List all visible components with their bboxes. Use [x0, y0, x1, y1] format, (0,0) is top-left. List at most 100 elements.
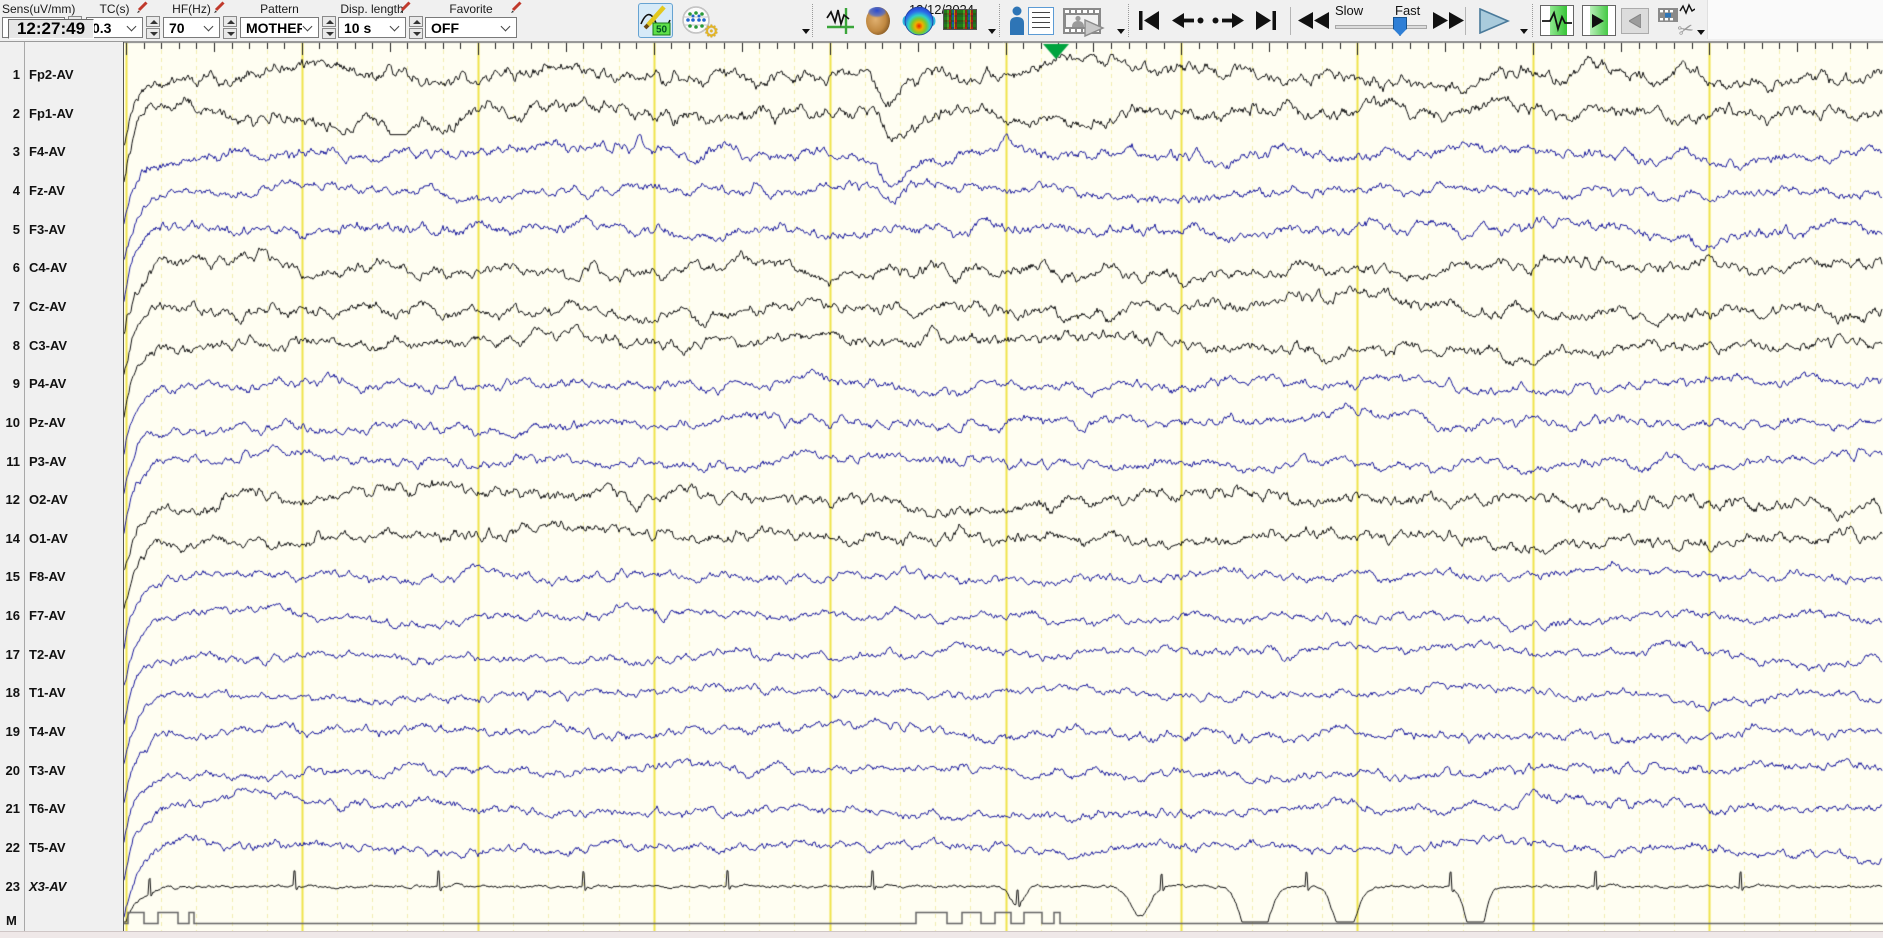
spectrogram-button[interactable] [943, 9, 977, 30]
spin-up-button[interactable] [322, 16, 336, 27]
channel-row-f7-av[interactable]: 16 F7-AV [0, 607, 124, 625]
channel-row-p3-av[interactable]: 11 P3-AV [0, 453, 124, 471]
channel-row-t1-av[interactable]: 18 T1-AV [0, 684, 124, 702]
spin-down-button[interactable] [322, 28, 336, 39]
rewind-icon [1298, 12, 1329, 29]
step-forward-button[interactable] [1212, 13, 1244, 28]
channel-name: F7-AV [29, 608, 66, 624]
skip-to-end-button[interactable] [1255, 11, 1277, 30]
channel-row-c3-av[interactable]: 8 C3-AV [0, 337, 124, 355]
gear-icon: ⚙ [703, 22, 719, 41]
speed-slider-track[interactable] [1335, 25, 1427, 29]
triangle-down-icon [326, 32, 334, 36]
param-combobox[interactable]: 0.3 [86, 17, 143, 38]
spin-down-button[interactable] [146, 28, 160, 39]
person-icon [1009, 6, 1024, 35]
channel-number: 4 [12, 182, 20, 198]
step-back-disabled-button[interactable] [1621, 8, 1649, 34]
channel-number: 7 [12, 298, 20, 314]
channel-row-t4-av[interactable]: 19 T4-AV [0, 723, 124, 741]
toolbar-empty-panel [1707, 0, 1883, 39]
channel-row-o1-av[interactable]: 14 O1-AV [0, 530, 124, 548]
channel-number: 6 [12, 260, 20, 276]
triangle-down-icon [413, 32, 421, 36]
channel-row-f8-av[interactable]: 15 F8-AV [0, 568, 124, 586]
dot-arrow-right-icon [1212, 13, 1244, 28]
channel-name: Fp2-AV [29, 67, 74, 82]
spin-up-button[interactable] [409, 16, 423, 27]
event-marker-button[interactable] [824, 5, 856, 37]
channel-row-f4-av[interactable]: 3 F4-AV [0, 143, 124, 161]
param-value: OFF [431, 19, 459, 36]
spin-down-button[interactable] [223, 28, 237, 39]
channel-row-fp2-av[interactable]: 1 Fp2-AV [0, 66, 124, 84]
channel-number: 19 [5, 724, 20, 740]
channel-row-pz-av[interactable]: 10 Pz-AV [0, 414, 124, 432]
analysis-more-arrow[interactable] [988, 29, 996, 34]
channel-row-t5-av[interactable]: 22 T5-AV [0, 839, 124, 857]
triangle-up-icon [326, 20, 334, 24]
channel-row-fp1-av[interactable]: 2 Fp1-AV [0, 105, 124, 123]
fast-label: Fast [1395, 3, 1421, 18]
channel-row-fz-av[interactable]: 4 Fz-AV [0, 182, 124, 200]
channel-number: 12 [5, 492, 20, 508]
param-combobox[interactable]: 10 s [338, 17, 406, 38]
channel-name: T4-AV [29, 724, 66, 740]
video-clip-cut-button[interactable]: ✂ [1656, 3, 1696, 43]
fast-forward-button[interactable] [1432, 12, 1464, 29]
channel-number: 11 [6, 453, 20, 469]
channel-name: O1-AV [29, 530, 68, 546]
notch-badge: 50 [656, 25, 668, 36]
topo-map-button[interactable] [901, 4, 937, 38]
channel-name: T6-AV [29, 801, 66, 817]
channel-row-f3-av[interactable]: 5 F3-AV [0, 221, 124, 239]
spin-up-button[interactable] [223, 16, 237, 27]
channel-row-p4-av[interactable]: 9 P4-AV [0, 375, 124, 393]
arrow-left-dot-icon [1172, 13, 1204, 28]
patient-info-button[interactable] [1008, 5, 1054, 37]
channel-row-x3-av[interactable]: 23 X3-AV [0, 878, 124, 896]
spin-up-button[interactable] [146, 16, 160, 27]
speed-slider-thumb[interactable] [1393, 17, 1407, 36]
channel-name: T3-AV [29, 762, 66, 778]
param-combobox[interactable]: 70 [163, 17, 220, 38]
channel-name: P3-AV [29, 453, 67, 469]
play-button[interactable] [1478, 8, 1510, 34]
channel-number: 9 [12, 376, 20, 392]
spin-down-button[interactable] [409, 28, 423, 39]
eeg-viewer-window: Sens(uV/mm)7TC(s)0.3HF(Hz)70PatternMOTHE… [0, 0, 1883, 938]
skip-end-icon [1256, 11, 1276, 30]
main-toolbar: Sens(uV/mm)7TC(s)0.3HF(Hz)70PatternMOTHE… [0, 0, 1883, 43]
channel-number: 21 [5, 801, 20, 817]
trace-view-button[interactable] [1540, 5, 1574, 36]
param-value: MOTHER [246, 19, 302, 36]
channel-row-t2-av[interactable]: 17 T2-AV [0, 646, 124, 664]
channel-number: 14 [5, 530, 20, 546]
video-review-button[interactable] [1060, 5, 1108, 38]
play-more-arrow[interactable] [1520, 29, 1528, 34]
datetime-display: 13/12/2024 12:27:49 [0, 0, 974, 40]
rewind-button[interactable] [1298, 12, 1330, 29]
channel-row-t3-av[interactable]: 20 T3-AV [0, 762, 124, 780]
channel-row-t6-av[interactable]: 21 T6-AV [0, 800, 124, 818]
bottom-strip [0, 931, 1883, 938]
param-combobox[interactable]: OFF [425, 17, 517, 38]
skip-to-start-button[interactable] [1138, 11, 1160, 30]
channel-name: Fz-AV [29, 182, 65, 198]
channel-row-o2-av[interactable]: 12 O2-AV [0, 491, 124, 509]
head-3d-icon [866, 7, 890, 35]
clip-more-arrow[interactable] [1697, 30, 1705, 35]
waveform-icon [1542, 10, 1572, 33]
channel-row-cz-av[interactable]: 7 Cz-AV [0, 298, 124, 316]
video-more-arrow[interactable] [1117, 29, 1125, 34]
report-list-icon [1027, 7, 1054, 35]
param-combobox[interactable]: MOTHER [240, 17, 319, 38]
head-3d-button[interactable] [862, 4, 896, 38]
step-back-button[interactable] [1172, 13, 1204, 28]
channel-name: P4-AV [29, 376, 67, 392]
eeg-trace-canvas[interactable] [124, 42, 1883, 931]
param-value: 70 [169, 19, 185, 36]
datetime-more-arrow[interactable] [802, 29, 810, 34]
channel-row-c4-av[interactable]: 6 C4-AV [0, 259, 124, 277]
auto-scroll-button[interactable] [1582, 5, 1616, 36]
